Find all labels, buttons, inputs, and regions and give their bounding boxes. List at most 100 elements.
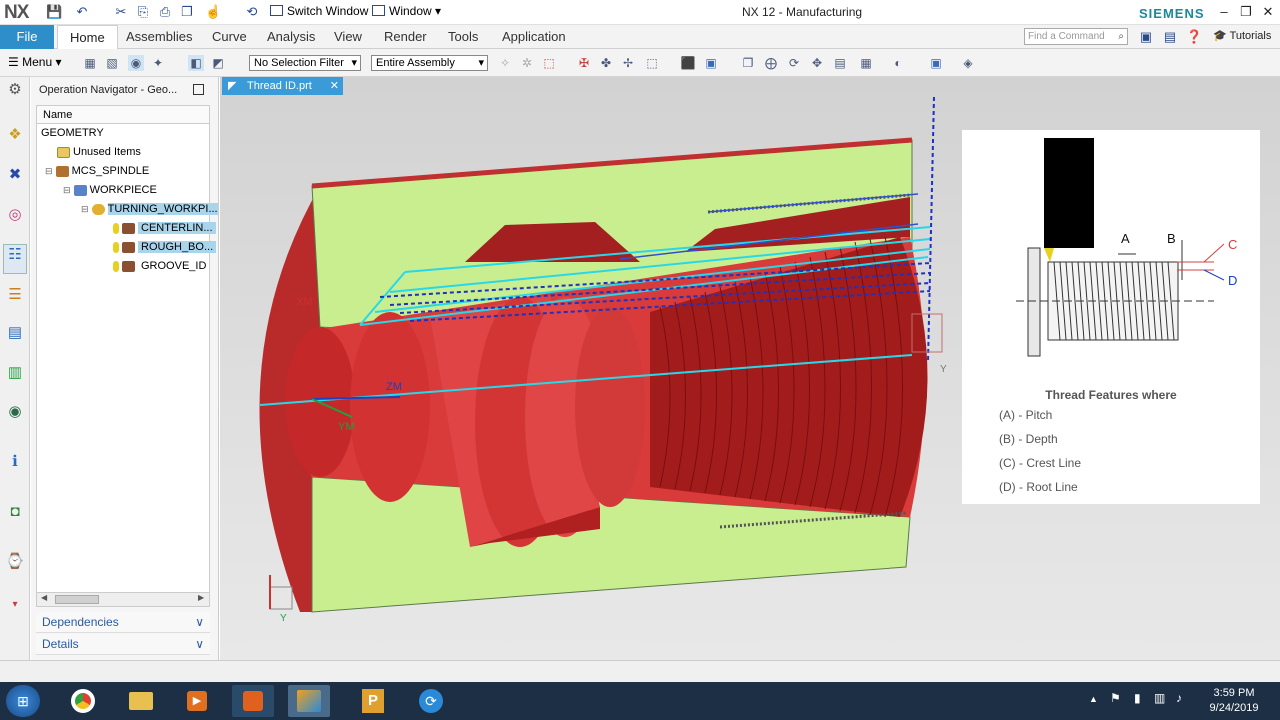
paste-special-icon[interactable]: ❐ [179, 4, 195, 20]
machine-tool-navigator-icon[interactable]: ▤ [5, 323, 25, 343]
highlight-icon[interactable]: ◧ [188, 55, 204, 71]
part-navigator-icon[interactable]: ◎ [5, 205, 25, 225]
media-player-taskbar-button[interactable]: ▶ [176, 685, 218, 717]
tab-render[interactable]: Render [376, 25, 435, 49]
quick-pick-icon[interactable]: ✦ [150, 55, 166, 71]
collapse-icon[interactable]: ⊟ [45, 166, 53, 176]
window-options-icon[interactable]: ▤ [1162, 29, 1178, 45]
shaded-view-icon[interactable]: ▣ [928, 55, 944, 71]
recorder-taskbar-button[interactable] [232, 685, 274, 717]
point-snap-icon[interactable]: ✲ [519, 55, 535, 71]
tree-node-turning-workpiece[interactable]: ⊟ TURNING_WORKPI... [37, 200, 218, 219]
snap-control-icon[interactable]: ✤ [598, 55, 614, 71]
tree-node-mcs-spindle[interactable]: ⊟ MCS_SPINDLE [37, 162, 209, 181]
battery-icon[interactable]: ▮ [1134, 691, 1141, 705]
rectangle-select-icon[interactable]: ⬚ [644, 55, 660, 71]
render-style-icon[interactable]: ◐ [890, 55, 906, 71]
ribbon-options-icon[interactable]: ▣ [1138, 29, 1154, 45]
tab-view[interactable]: View [326, 25, 370, 49]
tree-node-centerline[interactable]: CENTERLIN... [37, 219, 216, 238]
tab-tools[interactable]: Tools [440, 25, 486, 49]
tree-node-geometry[interactable]: GEOMETRY [37, 124, 209, 143]
paste-icon[interactable]: ⎙ [157, 4, 173, 20]
file-tab[interactable]: File [0, 25, 54, 49]
scroll-left-icon[interactable]: ◀ [41, 593, 47, 602]
name-column-header[interactable]: Name [37, 106, 209, 124]
horizontal-scrollbar[interactable]: ◀ ▶ [37, 592, 209, 606]
switch-window-button[interactable]: Switch Window [270, 4, 368, 18]
selection-filter-dropdown[interactable]: No Selection Filter ▾ [249, 55, 361, 71]
close-button[interactable]: ✕ [1256, 3, 1280, 21]
settings-gear-icon[interactable]: ⚙ [5, 80, 25, 100]
action-center-flag-icon[interactable]: ⚑ [1110, 691, 1121, 705]
perspective-icon[interactable]: ▤ [832, 55, 848, 71]
tab-analysis[interactable]: Analysis [259, 25, 323, 49]
tab-home[interactable]: Home [57, 25, 118, 49]
snap-intersection-icon[interactable]: ✢ [620, 55, 636, 71]
more-icon[interactable]: ▾ [5, 595, 25, 615]
save-icon[interactable]: 💾 [46, 4, 62, 20]
chrome-taskbar-button[interactable] [62, 685, 104, 717]
tutorials-link[interactable]: 🎓 Tutorials [1213, 29, 1271, 42]
nx-taskbar-button[interactable] [288, 685, 330, 717]
tree-node-groove-id[interactable]: GROOVE_ID [37, 257, 209, 276]
undo-icon[interactable]: ↶ [74, 4, 90, 20]
show-hidden-icons-icon[interactable]: ▲ [1089, 694, 1098, 704]
system-clock[interactable]: 3:59 PM 9/24/2019 [1198, 686, 1270, 716]
operation-navigator-icon[interactable]: ☷ [3, 244, 27, 274]
reuse-library-icon[interactable]: ☰ [5, 285, 25, 305]
pan-icon[interactable]: ✥ [809, 55, 825, 71]
selection-priority-icon[interactable]: ◩ [210, 55, 226, 71]
touch-mode-icon[interactable]: ☝ [205, 4, 221, 20]
scroll-right-icon[interactable]: ▶ [198, 593, 204, 602]
volume-icon[interactable]: ♪ [1176, 691, 1182, 705]
history-clock-icon[interactable]: ⌚ [5, 552, 25, 572]
select-features-icon[interactable]: ▧ [104, 55, 120, 71]
find-command-input[interactable]: Find a Command ⌕ [1024, 28, 1128, 45]
snap-midpoint-icon[interactable]: ✠ [576, 55, 592, 71]
cut-icon[interactable]: ✂ [113, 4, 129, 20]
help-icon[interactable]: ❓ [1186, 29, 1202, 45]
file-explorer-taskbar-button[interactable] [120, 685, 162, 717]
tab-application[interactable]: Application [494, 25, 574, 49]
tree-node-workpiece[interactable]: ⊟ WORKPIECE [37, 181, 209, 200]
minimize-button[interactable]: – [1212, 3, 1236, 21]
tab-curve[interactable]: Curve [204, 25, 255, 49]
restore-button[interactable]: ❐ [1234, 3, 1258, 21]
solid-body-icon[interactable]: ▣ [703, 55, 719, 71]
show-hide-icon[interactable]: ◈ [960, 55, 976, 71]
pin-icon[interactable] [193, 84, 204, 95]
snap-point-icon[interactable]: ◉ [128, 55, 144, 71]
collapse-icon[interactable]: ⊟ [63, 185, 71, 195]
assembly-scope-dropdown[interactable]: Entire Assembly ▾ [371, 55, 488, 71]
start-button[interactable]: ⊞ [6, 685, 40, 717]
rotate-icon[interactable]: ⟳ [786, 55, 802, 71]
tree-node-rough-bore[interactable]: ROUGH_BO... [37, 238, 217, 257]
collapse-icon[interactable]: ⊟ [81, 204, 89, 214]
snap-endpoint-icon[interactable]: ⬚ [541, 55, 557, 71]
copy-icon[interactable]: ⎘ [135, 4, 151, 20]
scroll-thumb[interactable] [55, 595, 99, 604]
powerpoint-taskbar-button[interactable]: P [352, 685, 394, 717]
window-menu[interactable]: Window ▾ [372, 4, 441, 18]
constraint-navigator-icon[interactable]: ✖ [5, 165, 25, 185]
roles-icon[interactable]: ▥ [5, 363, 25, 383]
general-selection-icon[interactable]: ✧ [497, 55, 513, 71]
tab-assemblies[interactable]: Assemblies [118, 25, 200, 49]
tree-node-unused-items[interactable]: Unused Items [37, 143, 209, 162]
network-icon[interactable]: ▥ [1154, 691, 1165, 705]
information-icon[interactable]: ℹ [5, 452, 25, 472]
selection-tool-icon[interactable]: ▦ [82, 55, 98, 71]
zoom-icon[interactable]: ⨁ [763, 55, 779, 71]
orient-view-icon[interactable]: ▦ [858, 55, 874, 71]
sync-app-taskbar-button[interactable]: ⟳ [410, 685, 452, 717]
menu-button[interactable]: ☰ Menu ▾ [8, 55, 62, 69]
object-box-icon[interactable]: ⬛ [680, 55, 696, 71]
details-section[interactable]: Details ∨ [36, 634, 210, 655]
assembly-navigator-icon[interactable]: ❖ [5, 125, 25, 145]
dependencies-section[interactable]: Dependencies ∨ [36, 612, 210, 633]
system-materials-icon[interactable]: ◘ [5, 502, 25, 522]
fit-view-icon[interactable]: ❐ [740, 55, 756, 71]
visualization-icon[interactable]: ◉ [5, 402, 25, 422]
repeat-command-icon[interactable]: ⟲ [244, 4, 260, 20]
